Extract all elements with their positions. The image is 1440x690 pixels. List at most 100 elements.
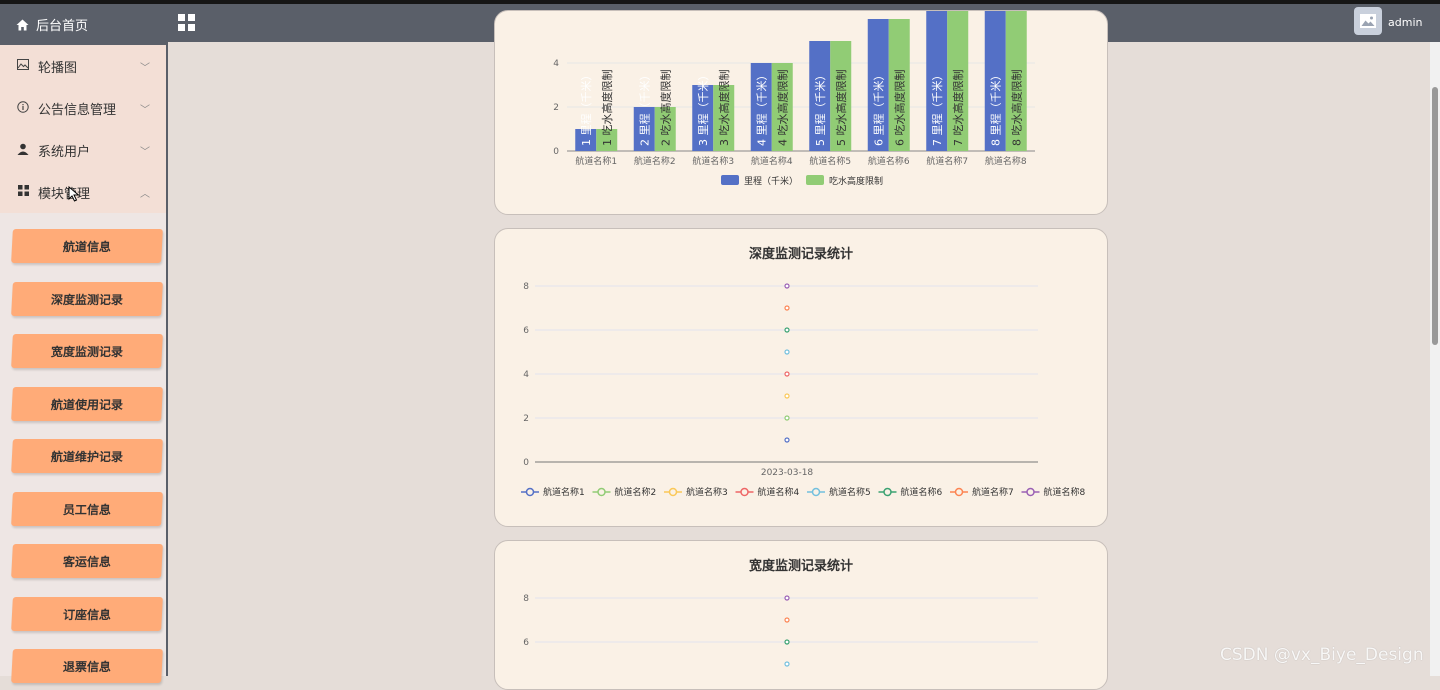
width-scatter-chart: 68 <box>523 594 1038 667</box>
y-tick-label: 2 <box>523 414 529 424</box>
bar-data-label: 1 里程（千米） <box>580 70 593 147</box>
x-tick-label: 航道名称4 <box>751 155 793 167</box>
chart-card-channel: 0 2 4 1 里程（千米） 1 吃水高度限制 航道名称1 2 里程（千米） 2 吃水高度限制… <box>494 10 1108 215</box>
home-icon <box>16 19 29 30</box>
bar-data-label: 3 吃水高度限制 <box>717 70 731 147</box>
legend-swatch <box>806 175 824 185</box>
submenu-item-usage-records[interactable]: 航道使用记录 <box>11 386 163 421</box>
submenu-item-maintenance-records[interactable]: 航道维护记录 <box>11 439 163 473</box>
chevron-down-icon: ﹀ <box>140 147 150 158</box>
sidebar-item-label: 公告信息管理 <box>38 102 117 118</box>
y-tick-label: 4 <box>523 370 529 380</box>
bar-data-label: 5 里程（千米） <box>814 70 827 147</box>
depth-scatter-chart: 0 2 4 6 8 2023-03-18 航道名称1 航道名称2 航道名称3 航道名称4 航道名称5… <box>521 282 1086 498</box>
legend-label: 航道名称3 <box>686 486 728 498</box>
bar-data-label: 3 里程（千米） <box>697 70 710 147</box>
user-icon <box>16 143 30 158</box>
bar-data-label: 6 吃水高度限制 <box>892 70 906 147</box>
data-point <box>784 393 790 399</box>
submenu-item-refund-info[interactable]: 退票信息 <box>11 649 163 683</box>
data-point <box>784 327 790 333</box>
legend-label: 航道名称8 <box>1044 486 1086 498</box>
grid-icon <box>16 185 30 199</box>
y-tick-label: 8 <box>523 594 529 604</box>
y-tick-label: 0 <box>523 458 529 468</box>
scrollbar[interactable] <box>1430 42 1440 676</box>
legend-label: 航道名称1 <box>543 486 585 498</box>
legend-marker <box>954 487 964 497</box>
bar-data-label: 7 里程（千米） <box>931 70 944 147</box>
x-tick-label: 航道名称2 <box>634 155 676 167</box>
sidebar-item-label: 轮播图 <box>38 60 78 76</box>
sidebar-home-label: 后台首页 <box>36 19 89 34</box>
y-tick-label: 2 <box>553 103 559 113</box>
data-point <box>784 617 790 623</box>
watermark: CSDN @vx_Biye_Design <box>1220 645 1424 665</box>
bar-data-label: 2 里程（千米） <box>638 70 651 147</box>
image-icon <box>16 59 30 73</box>
x-tick-label: 航道名称1 <box>575 155 617 167</box>
bar-data-label: 6 里程（千米） <box>872 70 885 147</box>
legend-label: 航道名称6 <box>901 486 943 498</box>
legend-label: 里程（千米） <box>744 175 798 187</box>
x-tick-label: 航道名称5 <box>809 155 851 167</box>
legend-label: 航道名称5 <box>829 486 871 498</box>
data-point <box>784 371 790 377</box>
user-name[interactable]: admin <box>1388 16 1422 29</box>
submenu-item-depth-records[interactable]: 深度监测记录 <box>11 281 163 316</box>
avatar[interactable] <box>1354 7 1382 35</box>
data-point <box>784 595 790 601</box>
legend-marker <box>1026 487 1035 497</box>
chevron-down-icon: ﹀ <box>140 63 150 74</box>
data-point <box>784 639 790 645</box>
legend-label: 航道名称2 <box>615 486 657 498</box>
legend-label: 航道名称7 <box>972 486 1014 498</box>
chart-card-width: 宽度监测记录统计 68 <box>494 540 1108 690</box>
sidebar-item-notice[interactable]: 公告信息管理 ﹀ <box>0 87 166 129</box>
data-point <box>784 283 790 289</box>
sidebar-item-label: 模块管理 <box>38 186 91 202</box>
bar-data-label: 2 吃水高度限制 <box>658 70 672 147</box>
bar-data-label: 8 里程（千米） <box>989 70 1002 147</box>
sidebar-home[interactable]: 后台首页 <box>0 4 166 45</box>
bar-chart: 0 2 4 1 里程（千米） 1 吃水高度限制航道名称1 2 里程（千米） 2 吃水高度限制… <box>553 11 1035 187</box>
sidebar-item-label: 系统用户 <box>38 144 91 160</box>
legend-swatch <box>721 175 739 185</box>
bar-data-label: 4 吃水高度限制 <box>775 70 789 147</box>
x-tick-label: 2023-03-18 <box>761 468 814 478</box>
sidebar-item-carousel[interactable]: 轮播图 ﹀ <box>0 45 166 87</box>
submenu-item-channel-info[interactable]: 航道信息 <box>11 229 163 263</box>
data-point <box>784 437 790 443</box>
sidebar: 后台首页 轮播图 ﹀ 公告信息管理 ﹀ 系统用户 ﹀ 模块管理 ︿ 航道信息 深… <box>0 4 168 683</box>
mouse-cursor-icon <box>68 185 80 206</box>
bar-data-label: 8 吃水高度限制 <box>1009 70 1023 147</box>
chart-card-depth: 深度监测记录统计 0 2 4 6 8 2023-03-18 航道名称1 航道名称2 航道名称3 航… <box>494 228 1108 527</box>
legend-marker <box>740 487 749 497</box>
y-tick-label: 4 <box>553 59 559 69</box>
legend-label: 吃水高度限制 <box>829 175 883 187</box>
submenu-item-staff-info[interactable]: 员工信息 <box>11 491 163 526</box>
submenu-item-width-records[interactable]: 宽度监测记录 <box>11 334 163 368</box>
submenu-item-passenger-info[interactable]: 客运信息 <box>11 544 163 578</box>
legend-marker <box>597 487 606 497</box>
data-point <box>784 415 790 421</box>
legend-marker <box>883 487 892 497</box>
x-tick-label: 航道名称3 <box>692 155 734 167</box>
data-point <box>784 305 790 311</box>
x-tick-label: 航道名称6 <box>868 155 910 167</box>
info-circle-icon <box>16 100 30 116</box>
submenu-item-booking-info[interactable]: 订座信息 <box>11 596 163 631</box>
data-point <box>784 661 790 667</box>
x-tick-label: 航道名称8 <box>985 155 1027 167</box>
y-tick-label: 0 <box>553 147 559 157</box>
submenu-modules: 航道信息 深度监测记录 宽度监测记录 航道使用记录 航道维护记录 员工信息 客运… <box>0 213 166 683</box>
sidebar-item-users[interactable]: 系统用户 ﹀ <box>0 129 166 171</box>
sidebar-item-modules[interactable]: 模块管理 ︿ <box>0 171 166 213</box>
y-tick-label: 6 <box>523 638 529 648</box>
chevron-down-icon: ﹀ <box>140 105 150 116</box>
bar-data-label: 5 吃水高度限制 <box>834 70 848 147</box>
y-tick-label: 8 <box>523 282 529 292</box>
legend-label: 航道名称4 <box>758 486 800 498</box>
scrollbar-thumb[interactable] <box>1432 87 1438 345</box>
x-tick-label: 航道名称7 <box>926 155 968 167</box>
